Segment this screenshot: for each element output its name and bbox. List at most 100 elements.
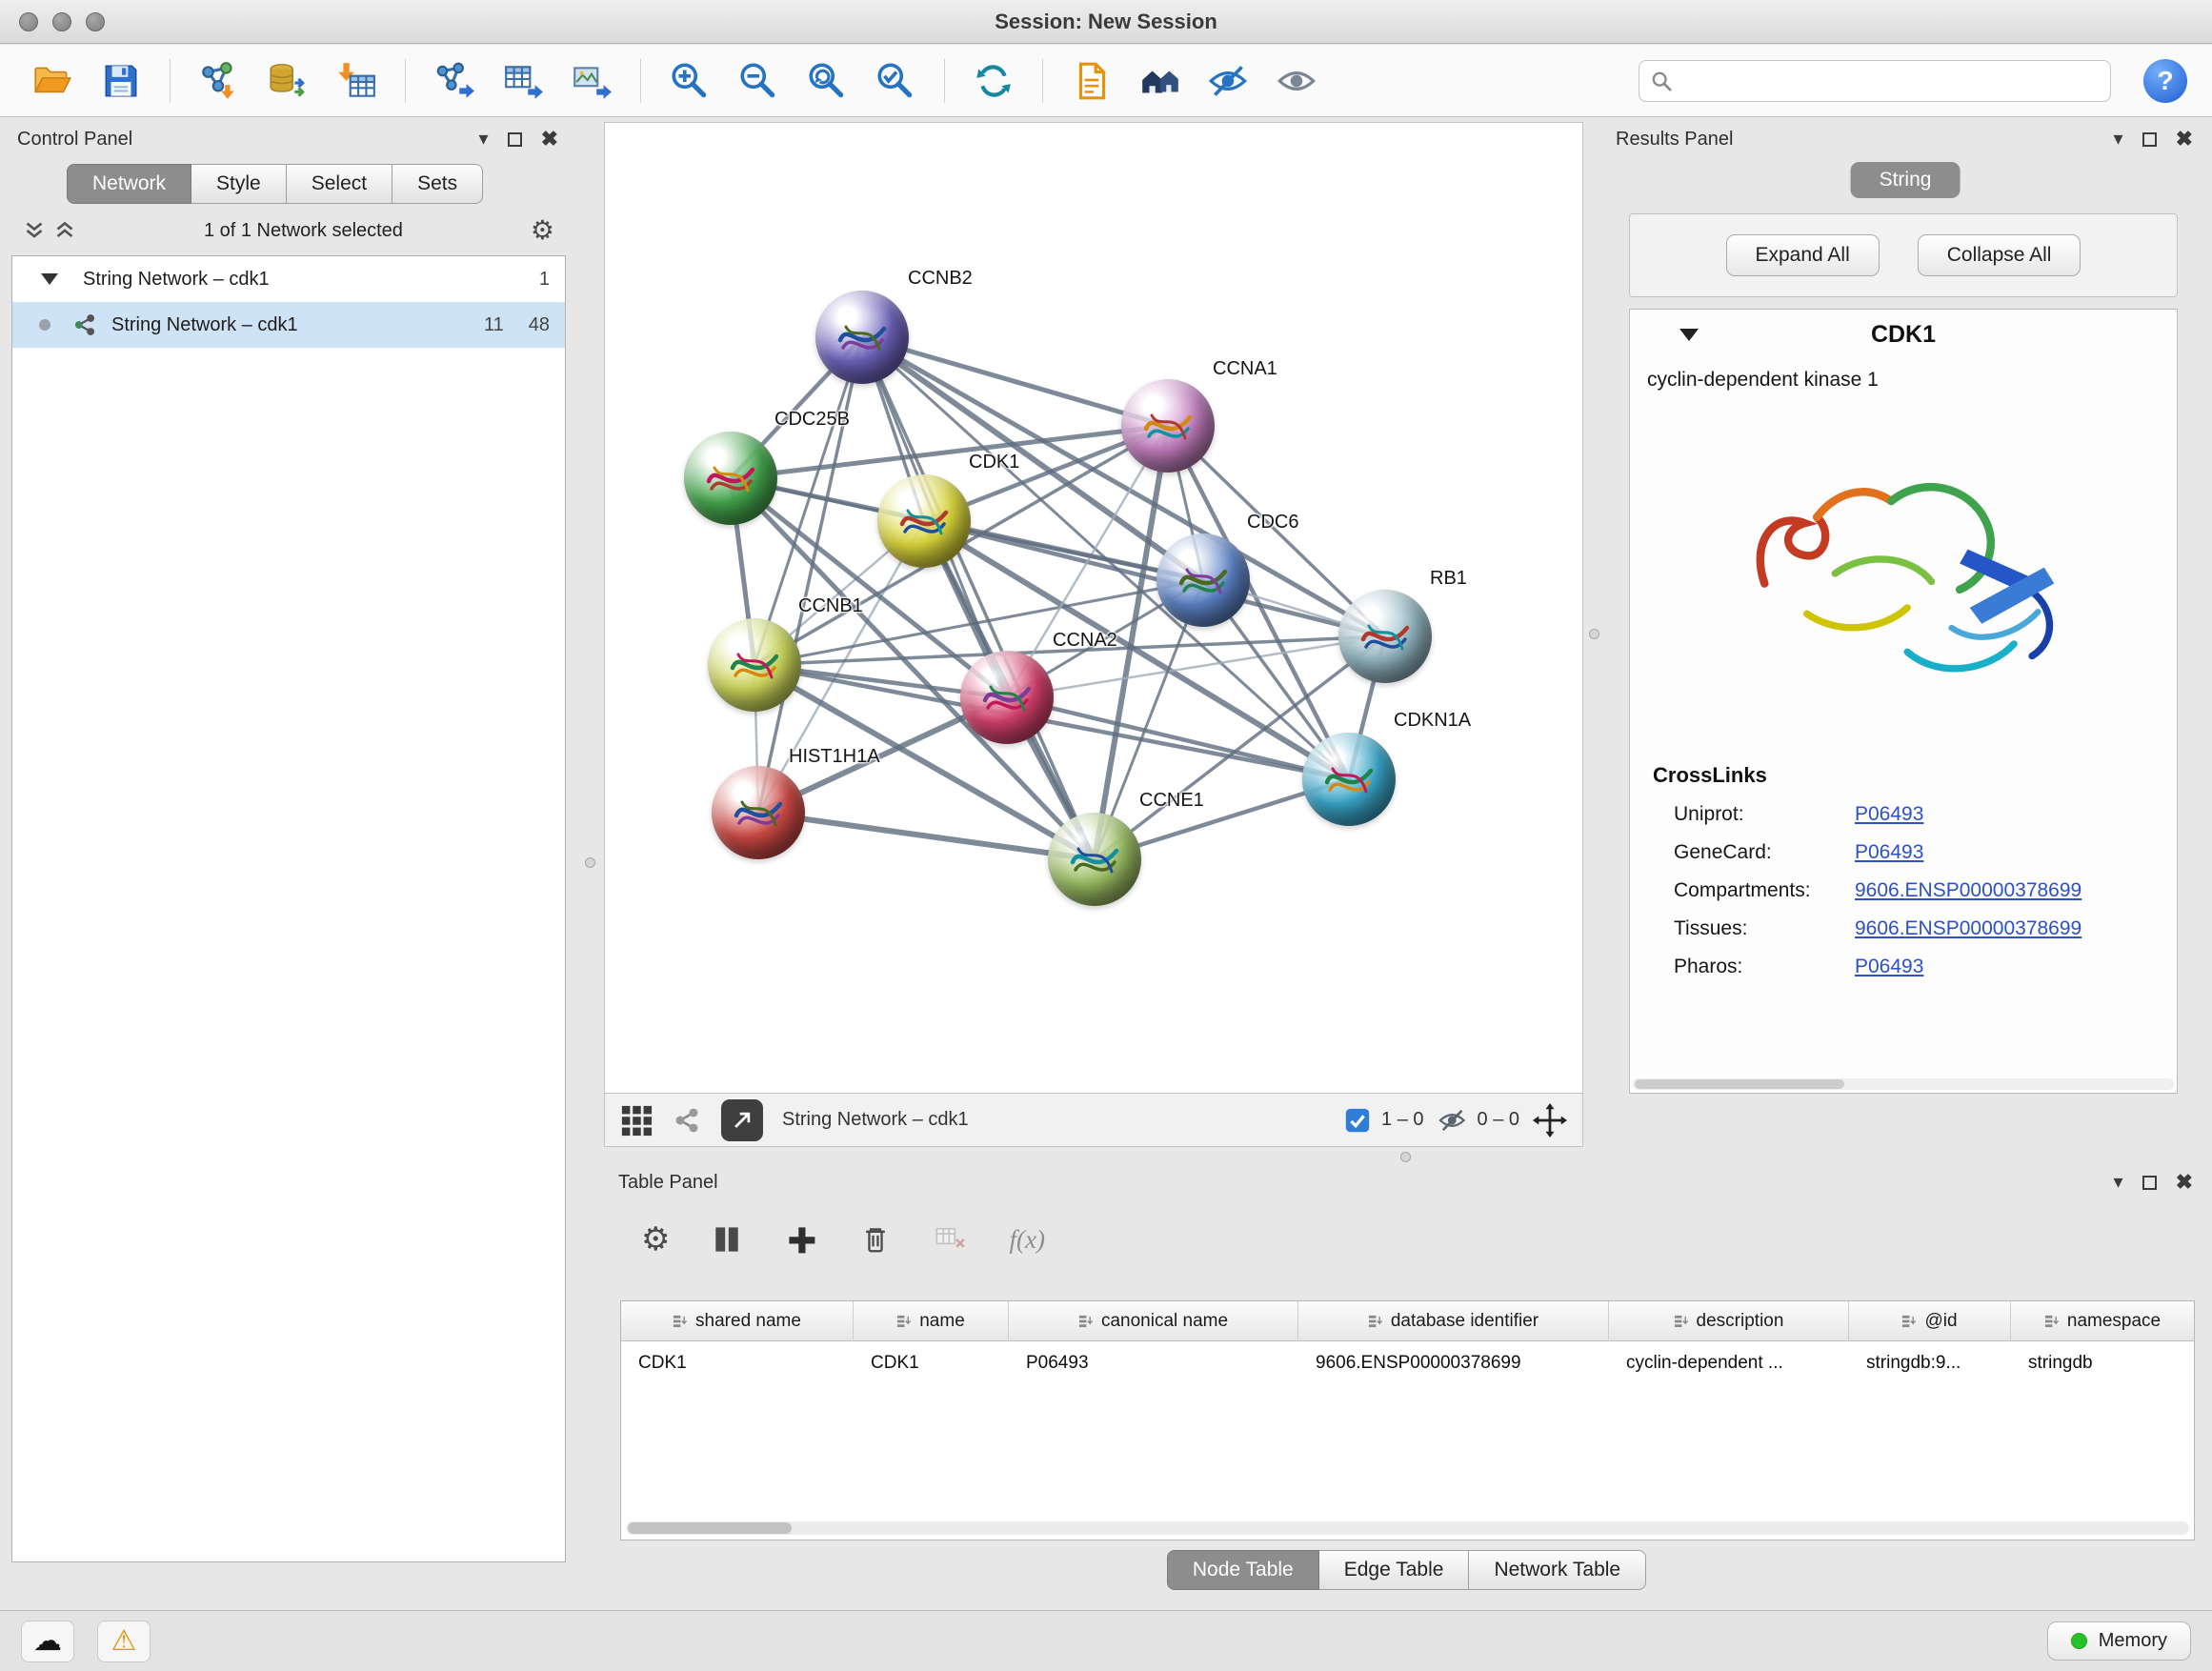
close-panel-icon[interactable]: ✖ [541,129,558,150]
network-node-cdk1[interactable] [877,474,971,568]
table-row[interactable]: CDK1 CDK1 P06493 9606.ENSP00000378699 cy… [621,1341,2194,1385]
column-header-database-identifier[interactable]: database identifier [1298,1301,1609,1341]
close-panel-icon[interactable]: ✖ [2176,129,2193,150]
horizontal-splitter-handle[interactable] [1400,1152,1411,1162]
show-columns-icon[interactable] [710,1222,744,1257]
crosslink-link[interactable]: 9606.ENSP00000378699 [1855,879,2081,902]
minimize-window-button[interactable] [52,12,71,31]
scrollbar-thumb[interactable] [628,1522,792,1534]
network-edge[interactable] [758,813,1095,859]
network-node-rb1[interactable] [1338,590,1432,683]
collapse-panel-icon[interactable]: ▾ [479,130,489,149]
network-node-ccna1[interactable] [1121,379,1215,473]
collapse-panel-icon[interactable]: ▾ [2114,130,2123,149]
memory-button[interactable]: Memory [2047,1621,2191,1661]
import-table-from-file-icon[interactable] [329,53,384,109]
search-input[interactable] [1681,70,2099,92]
column-header-id[interactable]: @id [1849,1301,2011,1341]
vertical-splitter-handle[interactable] [1589,629,1599,639]
cloud-icon[interactable]: ☁ [21,1621,74,1662]
horizontal-scrollbar[interactable] [626,1521,2189,1535]
network-node-ccna2[interactable] [960,651,1054,744]
network-node-ccnb1[interactable] [708,618,801,712]
function-builder-icon[interactable]: f(x) [1009,1225,1044,1255]
open-session-icon[interactable] [25,53,80,109]
float-panel-icon[interactable] [2142,132,2157,147]
crosslink-link[interactable]: 9606.ENSP00000378699 [1855,917,2081,940]
tab-style[interactable]: Style [191,164,287,204]
help-button[interactable]: ? [2143,59,2187,103]
refresh-view-icon[interactable] [966,53,1021,109]
grid-view-icon[interactable] [620,1104,653,1137]
cell-namespace[interactable]: stringdb [2011,1341,2194,1385]
add-column-icon[interactable] [784,1222,818,1257]
tab-network[interactable]: Network [67,164,191,204]
network-node-ccnb2[interactable] [815,291,909,384]
column-header-namespace[interactable]: namespace [2011,1301,2194,1341]
gear-icon[interactable]: ⚙ [531,217,554,244]
import-network-from-file-icon[interactable] [191,53,247,109]
cell-id[interactable]: stringdb:9... [1849,1341,2011,1385]
collapse-all-rows-icon[interactable] [53,219,76,242]
export-network-icon[interactable] [427,53,482,109]
collapse-panel-icon[interactable]: ▾ [2114,1173,2123,1192]
vertical-splitter-handle[interactable] [585,857,595,868]
collapse-all-button[interactable]: Collapse All [1918,234,2081,276]
save-session-icon[interactable] [93,53,149,109]
tree-expand-icon[interactable] [41,273,58,285]
cell-description[interactable]: cyclin-dependent ... [1609,1341,1849,1385]
zoom-selected-icon[interactable] [868,53,923,109]
column-header-canonical-name[interactable]: canonical name [1009,1301,1298,1341]
search-box[interactable] [1639,60,2111,102]
fit-content-icon[interactable] [799,53,855,109]
scrollbar-thumb[interactable] [1635,1079,1844,1089]
float-panel-icon[interactable] [2142,1176,2157,1190]
export-table-icon[interactable] [495,53,551,109]
zoom-window-button[interactable] [86,12,105,31]
crosslink-link[interactable]: P06493 [1855,841,1923,864]
column-header-name[interactable]: name [854,1301,1009,1341]
column-header-shared-name[interactable]: shared name [621,1301,854,1341]
annotation-document-icon[interactable] [1064,53,1119,109]
network-row[interactable]: String Network – cdk1 11 48 [12,302,565,348]
gene-card-header[interactable]: CDK1 [1630,310,2177,361]
zoom-out-icon[interactable] [731,53,786,109]
network-node-cdc25b[interactable] [684,432,777,525]
close-panel-icon[interactable]: ✖ [2176,1172,2193,1193]
export-image-icon[interactable] [564,53,619,109]
network-node-hist1h1a[interactable] [712,766,805,859]
tab-string[interactable]: String [1851,162,1961,198]
close-window-button[interactable] [19,12,38,31]
network-node-ccne1[interactable] [1048,813,1141,906]
tab-sets[interactable]: Sets [392,164,483,204]
hidden-eye-icon[interactable] [1438,1105,1468,1136]
cell-canonical-name[interactable]: P06493 [1009,1341,1298,1385]
detach-view-button[interactable] [721,1099,763,1141]
cell-database-identifier[interactable]: 9606.ENSP00000378699 [1298,1341,1609,1385]
selected-checkbox-icon[interactable] [1343,1106,1372,1135]
tab-network-table[interactable]: Network Table [1469,1550,1646,1590]
import-network-from-database-icon[interactable] [260,53,315,109]
network-view-canvas[interactable]: CDK1CCNB1CCNB2CCNA1CCNA2CCNE1CDC25BCDC6R… [604,122,1583,1094]
cell-shared-name[interactable]: CDK1 [621,1341,854,1385]
home-networks-icon[interactable] [1133,53,1188,109]
crosslink-link[interactable]: P06493 [1855,956,1923,978]
network-collection-row[interactable]: String Network – cdk1 1 [12,256,565,302]
zoom-in-icon[interactable] [662,53,717,109]
hide-selected-eye-icon[interactable] [1201,53,1257,109]
network-overview-icon[interactable] [672,1105,702,1136]
expand-all-rows-icon[interactable] [23,219,46,242]
expand-all-button[interactable]: Expand All [1726,234,1880,276]
float-panel-icon[interactable] [508,132,522,147]
column-header-description[interactable]: description [1609,1301,1849,1341]
tab-select[interactable]: Select [287,164,392,204]
cell-name[interactable]: CDK1 [854,1341,1009,1385]
network-edge[interactable] [862,337,1095,859]
delete-column-icon[interactable] [858,1222,893,1257]
show-all-eye-icon[interactable] [1270,53,1325,109]
network-node-cdkn1a[interactable] [1302,733,1396,826]
crosslink-link[interactable]: P06493 [1855,803,1923,826]
tab-node-table[interactable]: Node Table [1167,1550,1319,1590]
network-node-cdc6[interactable] [1156,534,1250,627]
tab-edge-table[interactable]: Edge Table [1319,1550,1470,1590]
